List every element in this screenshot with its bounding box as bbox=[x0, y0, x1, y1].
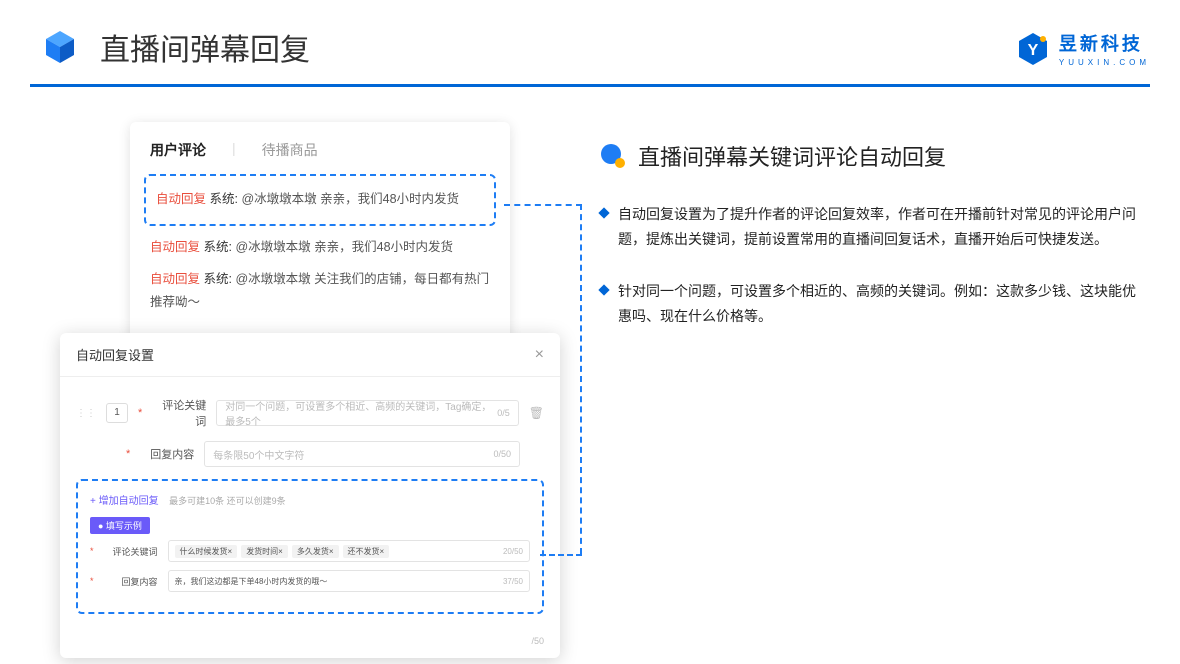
comment-text: @冰墩墩本墩 亲亲，我们48小时内发货 bbox=[235, 240, 453, 254]
section-title: 直播间弹幕关键词评论自动回复 bbox=[638, 140, 946, 172]
add-row: + 增加自动回复 最多可建10条 还可以创建9条 bbox=[90, 491, 530, 509]
drag-icon[interactable]: ⋮⋮ bbox=[76, 408, 96, 419]
delete-icon[interactable]: 🗑 bbox=[529, 406, 544, 420]
bullet-item: 针对同一个问题，可设置多个相近的、高频的关键词。例如：这款多少钱、这块能优惠吗、… bbox=[600, 279, 1140, 328]
index-box: 1 bbox=[106, 403, 128, 423]
auto-reply-tag: 自动回复 bbox=[150, 240, 200, 254]
bullet-text: 针对同一个问题，可设置多个相近的、高频的关键词。例如：这款多少钱、这块能优惠吗、… bbox=[618, 279, 1140, 328]
ex-keyword-input[interactable]: 什么时候发货× 发货时间× 多久发货× 还不发货× 20/50 bbox=[168, 540, 530, 562]
required-mark: * bbox=[126, 448, 130, 460]
tab-user-comments[interactable]: 用户评论 bbox=[150, 140, 206, 160]
brand-name: 昱新科技 bbox=[1059, 30, 1150, 56]
comment-text: @冰墩墩本墩 关注我们的店铺，每日都有热门推荐呦～ bbox=[150, 272, 489, 310]
tag[interactable]: 发货时间× bbox=[241, 545, 288, 558]
close-icon[interactable]: × bbox=[535, 346, 544, 364]
tabs: 用户评论 | 待播商品 bbox=[150, 140, 490, 160]
comment-line: 自动回复 系统: @冰墩墩本墩 亲亲，我们48小时内发货 bbox=[150, 232, 490, 264]
tag[interactable]: 什么时候发货× bbox=[175, 545, 238, 558]
settings-header: 自动回复设置 × bbox=[60, 333, 560, 377]
keyword-input[interactable]: 对同一个问题，可设置多个相近、高频的关键词，Tag确定，最多5个 0/5 bbox=[216, 400, 518, 426]
diamond-icon bbox=[598, 284, 609, 295]
ex-ct-label: 回复内容 bbox=[104, 575, 158, 588]
tag[interactable]: 多久发货× bbox=[292, 545, 339, 558]
brand-url: YUUXIN.COM bbox=[1059, 58, 1150, 67]
required-mark: * bbox=[90, 546, 94, 556]
example-box: + 增加自动回复 最多可建10条 还可以创建9条 ● 填写示例 * 评论关键词 … bbox=[76, 479, 544, 614]
count: 37/50 bbox=[503, 577, 523, 586]
example-content-row: * 回复内容 亲，我们这边都是下单48小时内发货的哦～ 37/50 bbox=[90, 570, 530, 592]
placeholder: 每条限50个中文字符 bbox=[213, 447, 304, 462]
settings-title: 自动回复设置 bbox=[76, 345, 154, 364]
count: 20/50 bbox=[503, 547, 523, 556]
bubble-icon bbox=[600, 143, 626, 169]
add-hint: 最多可建10条 还可以创建9条 bbox=[169, 496, 286, 506]
count: 0/5 bbox=[497, 408, 510, 418]
count: 0/50 bbox=[493, 449, 511, 459]
page-title: 直播间弹幕回复 bbox=[100, 25, 310, 69]
content-row: * 回复内容 每条限50个中文字符 0/50 bbox=[76, 441, 544, 467]
brand-logo: Y 昱新科技 YUUXIN.COM bbox=[1015, 30, 1150, 67]
required-mark: * bbox=[138, 407, 142, 419]
ex-kw-label: 评论关键词 bbox=[104, 545, 158, 558]
comment-line: 自动回复 系统: @冰墩墩本墩 关注我们的店铺，每日都有热门推荐呦～ bbox=[150, 264, 490, 320]
keyword-row: ⋮⋮ 1 * 评论关键词 对同一个问题，可设置多个相近、高频的关键词，Tag确定… bbox=[76, 397, 544, 429]
auto-reply-tag: 自动回复 bbox=[156, 192, 206, 206]
cube-icon bbox=[40, 27, 80, 67]
content-label: 回复内容 bbox=[140, 446, 194, 462]
connector-line bbox=[504, 204, 582, 206]
tab-products[interactable]: 待播商品 bbox=[262, 140, 318, 160]
description-column: 直播间弹幕关键词评论自动回复 自动回复设置为了提升作者的评论回复效率，作者可在开… bbox=[600, 122, 1140, 658]
header: 直播间弹幕回复 bbox=[0, 0, 1180, 84]
auto-reply-tag: 自动回复 bbox=[150, 272, 200, 286]
system-label: 系统: bbox=[210, 192, 238, 206]
tab-divider: | bbox=[232, 140, 236, 160]
comments-panel: 用户评论 | 待播商品 自动回复 系统: @冰墩墩本墩 亲亲，我们48小时内发货… bbox=[130, 122, 510, 347]
system-label: 系统: bbox=[204, 272, 232, 286]
content-input[interactable]: 每条限50个中文字符 0/50 bbox=[204, 441, 520, 467]
add-auto-reply-link[interactable]: + 增加自动回复 bbox=[90, 496, 159, 507]
ex-content-input[interactable]: 亲，我们这边都是下单48小时内发货的哦～ 37/50 bbox=[168, 570, 530, 592]
placeholder: 对同一个问题，可设置多个相近、高频的关键词，Tag确定，最多5个 bbox=[225, 398, 497, 428]
svg-text:Y: Y bbox=[1028, 42, 1039, 59]
ex-content-value: 亲，我们这边都是下单48小时内发货的哦～ bbox=[175, 576, 328, 587]
brand-icon: Y bbox=[1015, 31, 1051, 67]
settings-panel: 自动回复设置 × ⋮⋮ 1 * 评论关键词 对同一个问题，可设置多个相近、高频的… bbox=[60, 333, 560, 658]
screenshots-column: 用户评论 | 待播商品 自动回复 系统: @冰墩墩本墩 亲亲，我们48小时内发货… bbox=[60, 122, 560, 658]
bottom-count: /50 bbox=[60, 632, 560, 658]
system-label: 系统: bbox=[204, 240, 232, 254]
diamond-icon bbox=[598, 207, 609, 218]
comment-line: 自动回复 系统: @冰墩墩本墩 亲亲，我们48小时内发货 bbox=[156, 184, 484, 216]
required-mark: * bbox=[90, 576, 94, 586]
comment-text: @冰墩墩本墩 亲亲，我们48小时内发货 bbox=[241, 192, 459, 206]
bullet-text: 自动回复设置为了提升作者的评论回复效率，作者可在开播前针对常见的评论用户问题，提… bbox=[618, 202, 1140, 251]
example-keyword-row: * 评论关键词 什么时候发货× 发货时间× 多久发货× 还不发货× 20/50 bbox=[90, 540, 530, 562]
keyword-label: 评论关键词 bbox=[152, 397, 206, 429]
connector-line bbox=[540, 554, 582, 556]
tag[interactable]: 还不发货× bbox=[343, 545, 390, 558]
connector-line bbox=[580, 204, 582, 554]
example-badge: ● 填写示例 bbox=[90, 517, 150, 534]
highlighted-comment: 自动回复 系统: @冰墩墩本墩 亲亲，我们48小时内发货 bbox=[144, 174, 496, 226]
section-header: 直播间弹幕关键词评论自动回复 bbox=[600, 140, 1140, 172]
bullet-item: 自动回复设置为了提升作者的评论回复效率，作者可在开播前针对常见的评论用户问题，提… bbox=[600, 202, 1140, 251]
